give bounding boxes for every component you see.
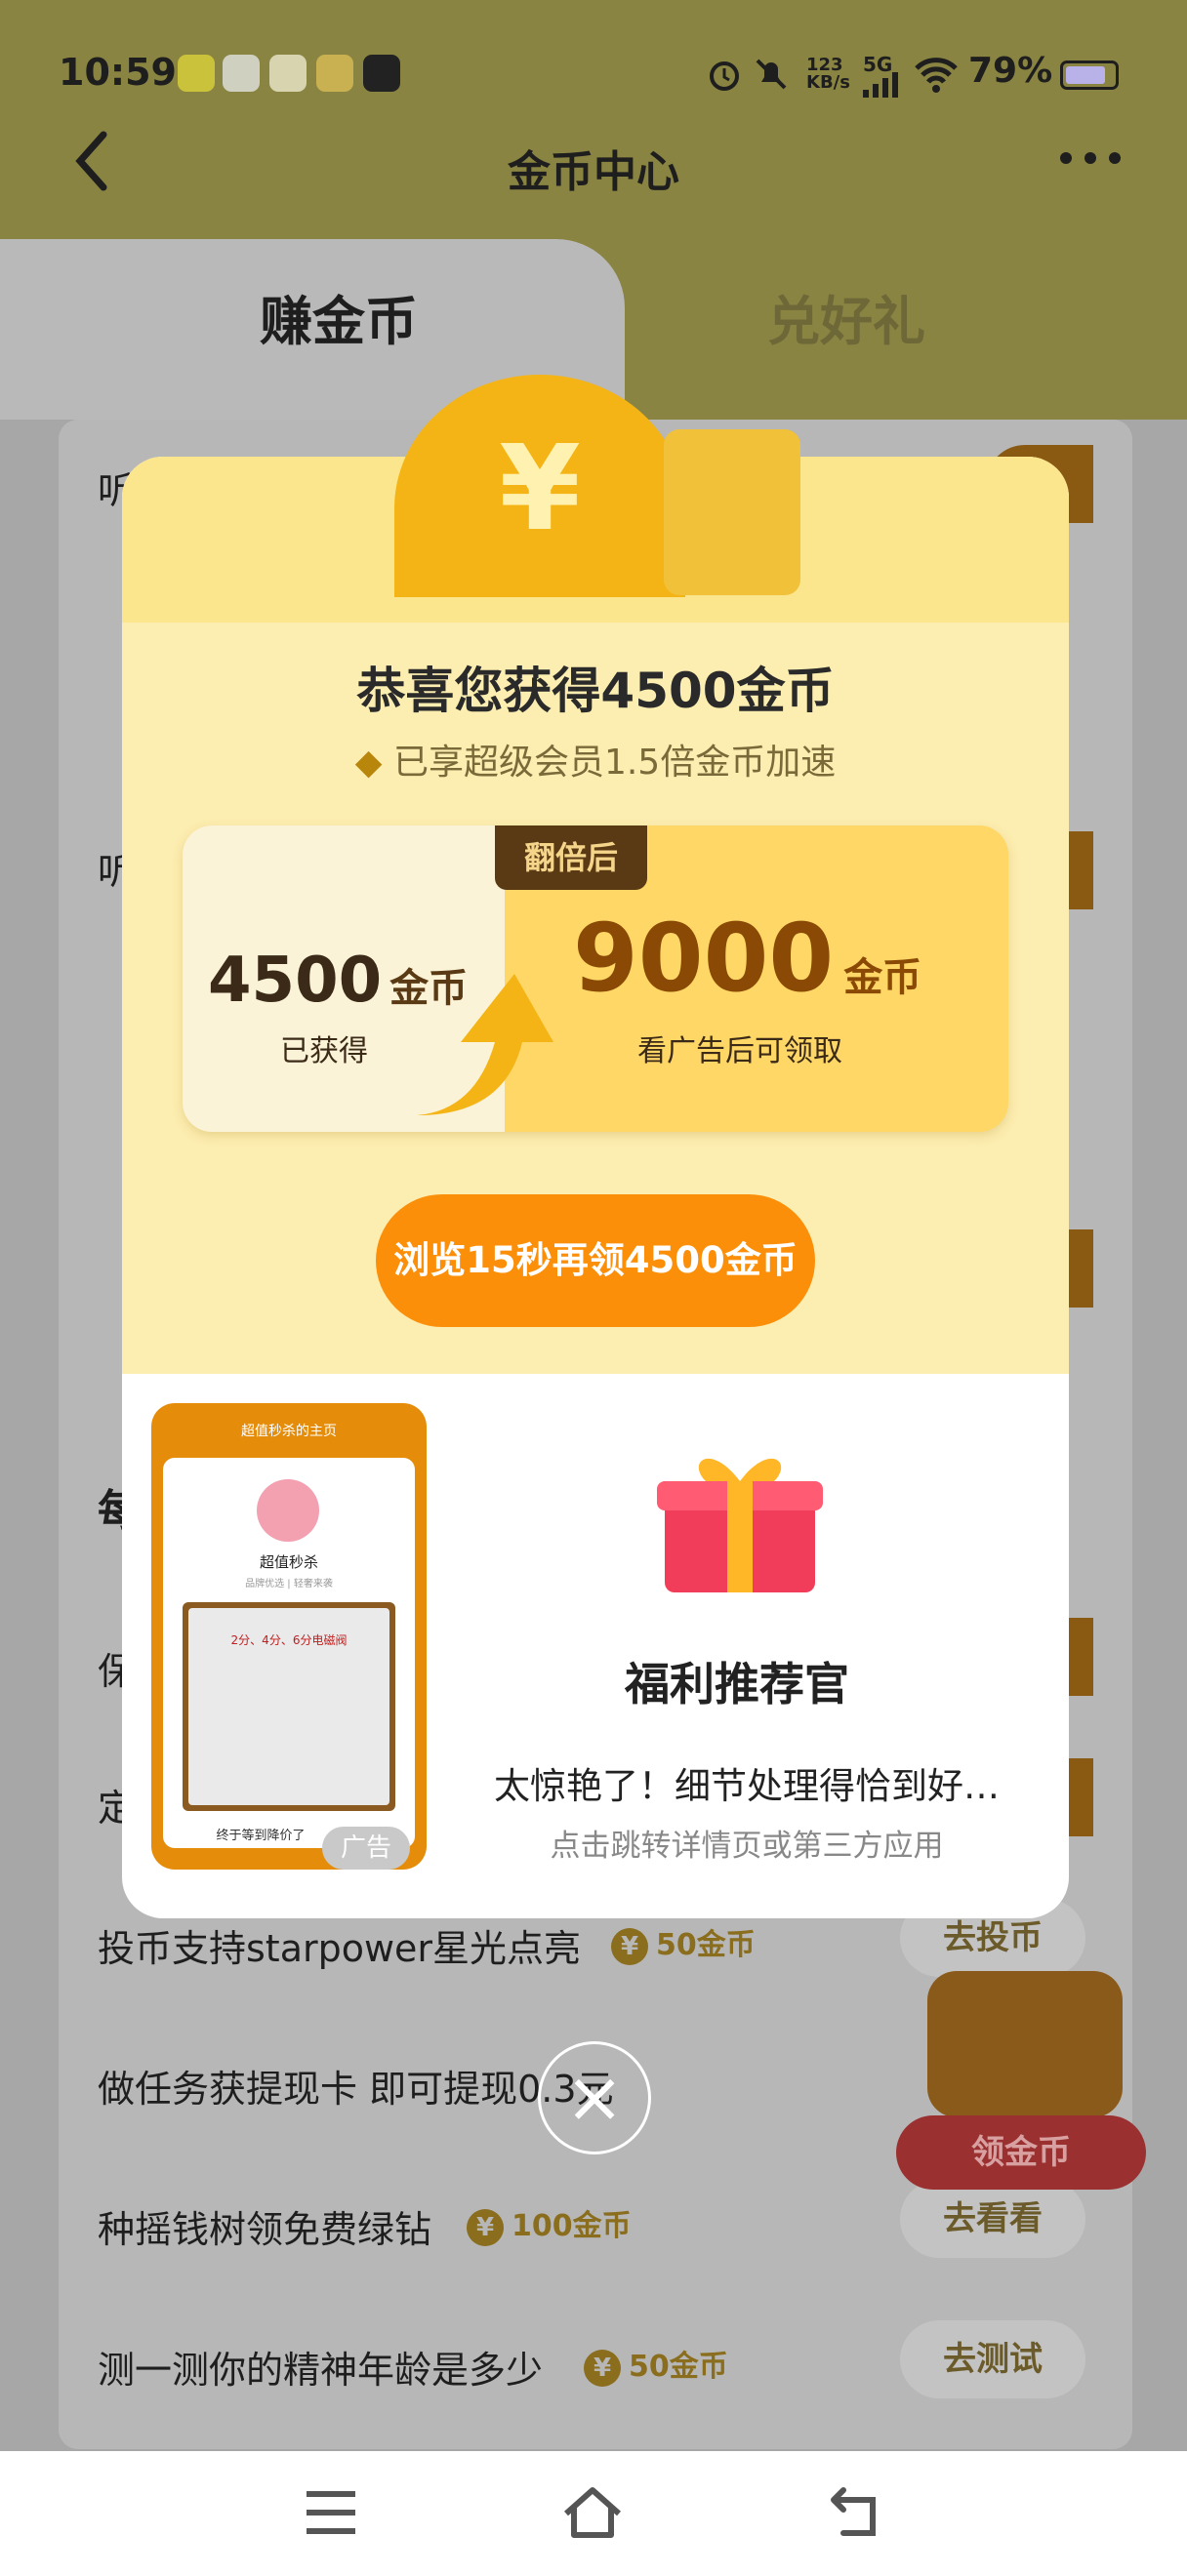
list-item-text: 做任务获提现卡 即可提现0.3元 xyxy=(98,2068,614,2111)
popup-title: 恭喜您获得4500金币 xyxy=(356,663,835,719)
coin-stack-icon xyxy=(664,429,800,595)
ad-image[interactable]: 超值秒杀的主页 超值秒杀 品牌优选 | 轻奢来袭 2分、4分、6分电磁阀 终于等… xyxy=(151,1403,427,1870)
ad-label: 广告 xyxy=(322,1827,410,1870)
tab-redeem-gifts[interactable]: 兑好礼 xyxy=(767,278,925,355)
list-item-text: 测一测你的精神年龄是多少 xyxy=(98,2349,544,2392)
alarm-icon xyxy=(710,61,739,91)
earned-label: 已获得 xyxy=(280,1034,368,1068)
watch-ad-button[interactable]: 浏览15秒再领4500金币 xyxy=(376,1194,815,1327)
ad-card-header: 超值秒杀的主页 xyxy=(241,1424,337,1439)
up-arrow-icon xyxy=(417,974,553,1115)
coin-reward: ¥50金币 xyxy=(584,2342,728,2387)
coin-reward: ¥100金币 xyxy=(467,2201,632,2246)
view-button[interactable]: 去看看 xyxy=(900,2180,1085,2258)
ad-description[interactable]: 太惊艳了！细节处理得恰到好… xyxy=(454,1756,1040,1809)
doubled-tag: 翻倍后 xyxy=(495,825,647,890)
list-item-text: 投币支持starpower星光点亮 xyxy=(98,1927,582,1970)
weibo-icon xyxy=(269,55,307,92)
signal-icon xyxy=(863,72,898,98)
list-item-text: 种摇钱树领免费绿钻 xyxy=(98,2208,432,2251)
test-button[interactable]: 去测试 xyxy=(900,2320,1085,2398)
vip-note: ◆ 已享超级会员1.5倍金币加速 xyxy=(354,743,837,783)
gift-box-icon xyxy=(657,1458,823,1592)
home-icon[interactable] xyxy=(558,2478,627,2547)
battery-icon xyxy=(1060,60,1119,90)
coin-reward: ¥50金币 xyxy=(611,1920,756,1965)
doubled-label: 看广告后可领取 xyxy=(637,1034,842,1068)
ad-title[interactable]: 福利推荐官 xyxy=(395,1649,1069,1713)
network-speed: 123 KB/s xyxy=(806,55,850,93)
app-notification-icon xyxy=(178,55,215,92)
ad-card-inner: 超值秒杀 品牌优选 | 轻奢来袭 2分、4分、6分电磁阀 终于等到降价了 xyxy=(163,1458,415,1848)
wifi-icon xyxy=(915,58,958,93)
doubled-amount: 9000 金币 xyxy=(573,904,922,1013)
reward-comparison: 翻倍后 4500 金币 已获得 9000 金币 看广告后可领取 xyxy=(183,825,1008,1132)
weibo-icon xyxy=(316,55,353,92)
reward-popup: 恭喜您获得4500金币 ◆ 已享超级会员1.5倍金币加速 翻倍后 4500 金币 … xyxy=(122,457,1069,1918)
close-button[interactable]: × xyxy=(538,2041,651,2154)
mute-icon xyxy=(756,59,787,90)
back-nav-icon[interactable] xyxy=(822,2478,890,2547)
get-coins-button[interactable]: 领金币 xyxy=(896,2115,1146,2190)
ad-card-tagline: 品牌优选 | 轻奢来袭 xyxy=(245,1579,333,1590)
treasure-chest-icon[interactable] xyxy=(927,1971,1123,2117)
tab-earn-coins[interactable]: 赚金币 xyxy=(260,278,418,355)
diamond-icon: ◆ xyxy=(354,743,393,783)
battery-percent: 79% xyxy=(968,51,1053,91)
product-image: 2分、4分、6分电磁阀 xyxy=(183,1602,395,1811)
ad-hint: 点击跳转详情页或第三方应用 xyxy=(550,1829,944,1864)
video-app-icon xyxy=(223,55,260,92)
ad-card-name: 超值秒杀 xyxy=(259,1553,318,1571)
avatar xyxy=(257,1479,319,1542)
tiktok-icon xyxy=(363,55,400,92)
menu-icon[interactable] xyxy=(297,2478,365,2547)
status-time: 10:59 xyxy=(59,51,177,94)
page-title: 金币中心 xyxy=(508,147,679,197)
